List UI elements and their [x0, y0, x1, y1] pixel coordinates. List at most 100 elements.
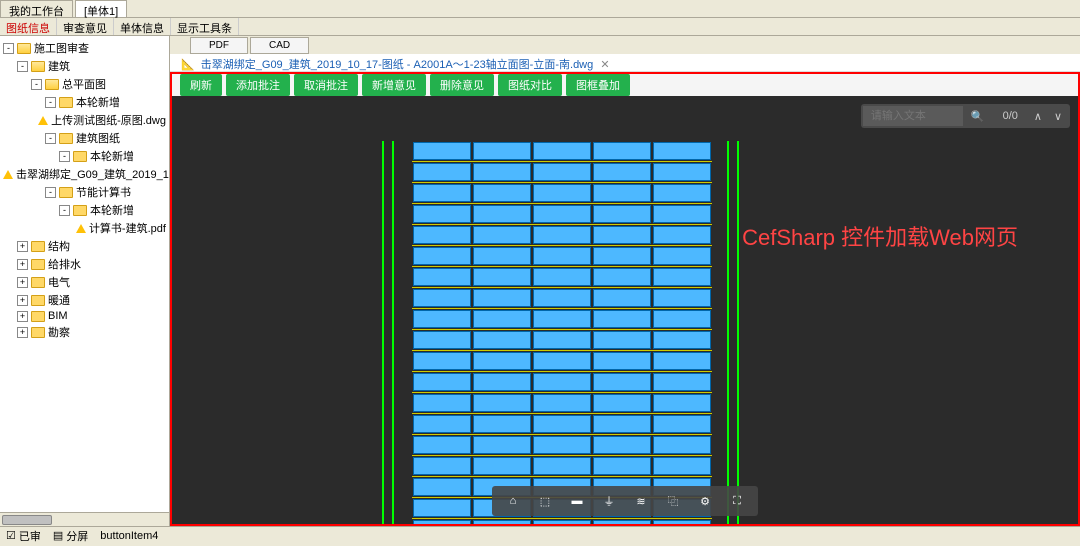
tree-label: 本轮新增 — [90, 202, 134, 218]
home-icon[interactable]: ⌂ — [504, 492, 522, 510]
expander-icon[interactable]: - — [59, 205, 70, 216]
tree-node[interactable]: + 暖通 — [3, 291, 166, 309]
tree-node[interactable]: -施工图审查 — [3, 39, 166, 57]
tree-label: 总平面图 — [62, 76, 106, 92]
expander-icon[interactable]: - — [31, 79, 42, 90]
dim-line-right2 — [737, 141, 739, 526]
cad-viewer[interactable]: 🔍 0/0 ∧ ∨ CefSharp 控件加载Web网页 ⌂ ⬚ ▬ ⏚ ≋ ⿻ ⚙ ⛶ — [170, 96, 1080, 526]
folder-icon — [31, 327, 45, 338]
folder-icon — [31, 241, 45, 252]
measure-icon[interactable]: ⬚ — [536, 492, 554, 510]
tree-node[interactable]: - 总平面图 — [3, 75, 166, 93]
folder-icon — [59, 97, 73, 108]
tree-label: 上传测试图纸-原图.dwg — [51, 112, 166, 128]
search-count: 0/0 — [993, 110, 1028, 122]
tree-node[interactable]: +电气 — [3, 273, 166, 291]
add-annotation-button[interactable]: 添加批注 — [226, 74, 290, 96]
tree-node[interactable]: 计算书-建筑.pdf — [3, 219, 166, 237]
tool-tab-drawing[interactable]: 图纸信息 — [0, 18, 57, 35]
fullscreen-icon[interactable]: ⛶ — [728, 492, 746, 510]
tool-tab-unit[interactable]: 单体信息 — [114, 18, 171, 35]
tree-label: 给排水 — [48, 256, 81, 272]
tree-label: 勘察 — [48, 324, 70, 340]
dim-line-right — [727, 141, 729, 526]
file-icon: 📐 — [181, 59, 195, 71]
status-reviewed[interactable]: ☑ 已审 — [6, 528, 41, 544]
outlet-icon[interactable]: ⏚ — [600, 492, 618, 510]
copy-icon[interactable]: ⿻ — [664, 492, 682, 510]
folder-icon — [59, 133, 73, 144]
file-path-text: 击翠湖绑定_G09_建筑_2019_10_17-图纸 - A2001A～1-23… — [201, 59, 593, 71]
expander-icon[interactable]: - — [3, 43, 14, 54]
tree-node[interactable]: - 本轮新增 — [3, 201, 166, 219]
expander-icon[interactable]: + — [17, 241, 28, 252]
overlay-button[interactable]: 图框叠加 — [566, 74, 630, 96]
add-comment-button[interactable]: 新增意见 — [362, 74, 426, 96]
status-button4[interactable]: buttonItem4 — [100, 530, 158, 542]
delete-comment-button[interactable]: 删除意见 — [430, 74, 494, 96]
expander-icon[interactable]: - — [45, 133, 56, 144]
search-prev[interactable]: ∧ — [1028, 110, 1048, 123]
status-bar: ☑ 已审 ▤ 分屏 buttonItem4 — [0, 526, 1080, 544]
file-path: 📐 击翠湖绑定_G09_建筑_2019_10_17-图纸 - A2001A～1-… — [170, 54, 1080, 72]
dim-line-left2 — [382, 141, 384, 526]
tree-label: 计算书-建筑.pdf — [89, 220, 166, 236]
tree-node[interactable]: 击翠湖绑定_G09_建筑_2019_10_17 — [3, 165, 166, 183]
gear-icon[interactable]: ⚙ — [696, 492, 714, 510]
tree-node[interactable]: + 勘察 — [3, 323, 166, 341]
tree-node[interactable]: - 本轮新增 — [3, 93, 166, 111]
expander-icon[interactable]: + — [17, 259, 28, 270]
tree-node[interactable]: 上传测试图纸-原图.dwg — [3, 111, 166, 129]
tool-tab-review[interactable]: 审查意见 — [57, 18, 114, 35]
tree-node[interactable]: - 本轮新增 — [3, 147, 166, 165]
refresh-button[interactable]: 刷新 — [180, 74, 222, 96]
tree-node[interactable]: + 给排水 — [3, 255, 166, 273]
expander-icon[interactable]: + — [17, 327, 28, 338]
expander-icon[interactable]: - — [45, 97, 56, 108]
app-tab-bar: 我的工作台 [单体1] — [0, 0, 1080, 18]
expander-icon[interactable]: - — [45, 187, 56, 198]
search-next[interactable]: ∨ — [1048, 110, 1068, 123]
tree-label: 本轮新增 — [90, 148, 134, 164]
folder-icon — [31, 311, 45, 322]
tree-label: BIM — [48, 310, 68, 322]
status-split[interactable]: ▤ 分屏 — [53, 528, 88, 544]
tree-node[interactable]: -节能计算书 — [3, 183, 166, 201]
tree-node[interactable]: - 建筑图纸 — [3, 129, 166, 147]
sidebar-scrollbar[interactable] — [0, 512, 170, 526]
tab-workbench[interactable]: 我的工作台 — [0, 0, 73, 17]
overlay-label: CefSharp 控件加载Web网页 — [742, 220, 1018, 252]
tree-node[interactable]: - 建筑 — [3, 57, 166, 75]
tree-label: 建筑图纸 — [76, 130, 120, 146]
folder-icon — [31, 295, 45, 306]
layers-icon[interactable]: ≋ — [632, 492, 650, 510]
folder-icon — [45, 79, 59, 90]
expander-icon[interactable]: - — [59, 151, 70, 162]
tab-unit1[interactable]: [单体1] — [75, 0, 127, 17]
expander-icon[interactable]: + — [17, 295, 28, 306]
search-icon[interactable]: 🔍 — [963, 110, 993, 123]
folder-icon — [31, 277, 45, 288]
tree-label: 暖通 — [48, 292, 70, 308]
warning-icon — [3, 170, 13, 179]
tab-pdf[interactable]: PDF — [190, 37, 248, 54]
search-bar: 🔍 0/0 ∧ ∨ — [861, 104, 1070, 128]
expander-icon[interactable]: + — [17, 277, 28, 288]
tree-label: 本轮新增 — [76, 94, 120, 110]
tree-node[interactable]: + BIM — [3, 309, 166, 323]
tree-label: 建筑 — [48, 58, 70, 74]
cancel-annotation-button[interactable]: 取消批注 — [294, 74, 358, 96]
tree-node[interactable]: +结构 — [3, 237, 166, 255]
warning-icon — [76, 224, 86, 233]
building-elevation — [412, 141, 712, 526]
tree-label: 击翠湖绑定_G09_建筑_2019_10_17 — [16, 166, 170, 182]
action-toolbar: 刷新 添加批注 取消批注 新增意见 删除意见 图纸对比 图框叠加 — [170, 72, 1080, 96]
expander-icon[interactable]: + — [17, 311, 28, 322]
search-input[interactable] — [863, 106, 963, 126]
expander-icon[interactable]: - — [17, 61, 28, 72]
close-icon[interactable]: ✕ — [600, 59, 609, 71]
tool-tab-toolbar[interactable]: 显示工具条 — [171, 18, 239, 35]
ruler-icon[interactable]: ▬ — [568, 492, 586, 510]
tab-cad[interactable]: CAD — [250, 37, 309, 54]
compare-button[interactable]: 图纸对比 — [498, 74, 562, 96]
